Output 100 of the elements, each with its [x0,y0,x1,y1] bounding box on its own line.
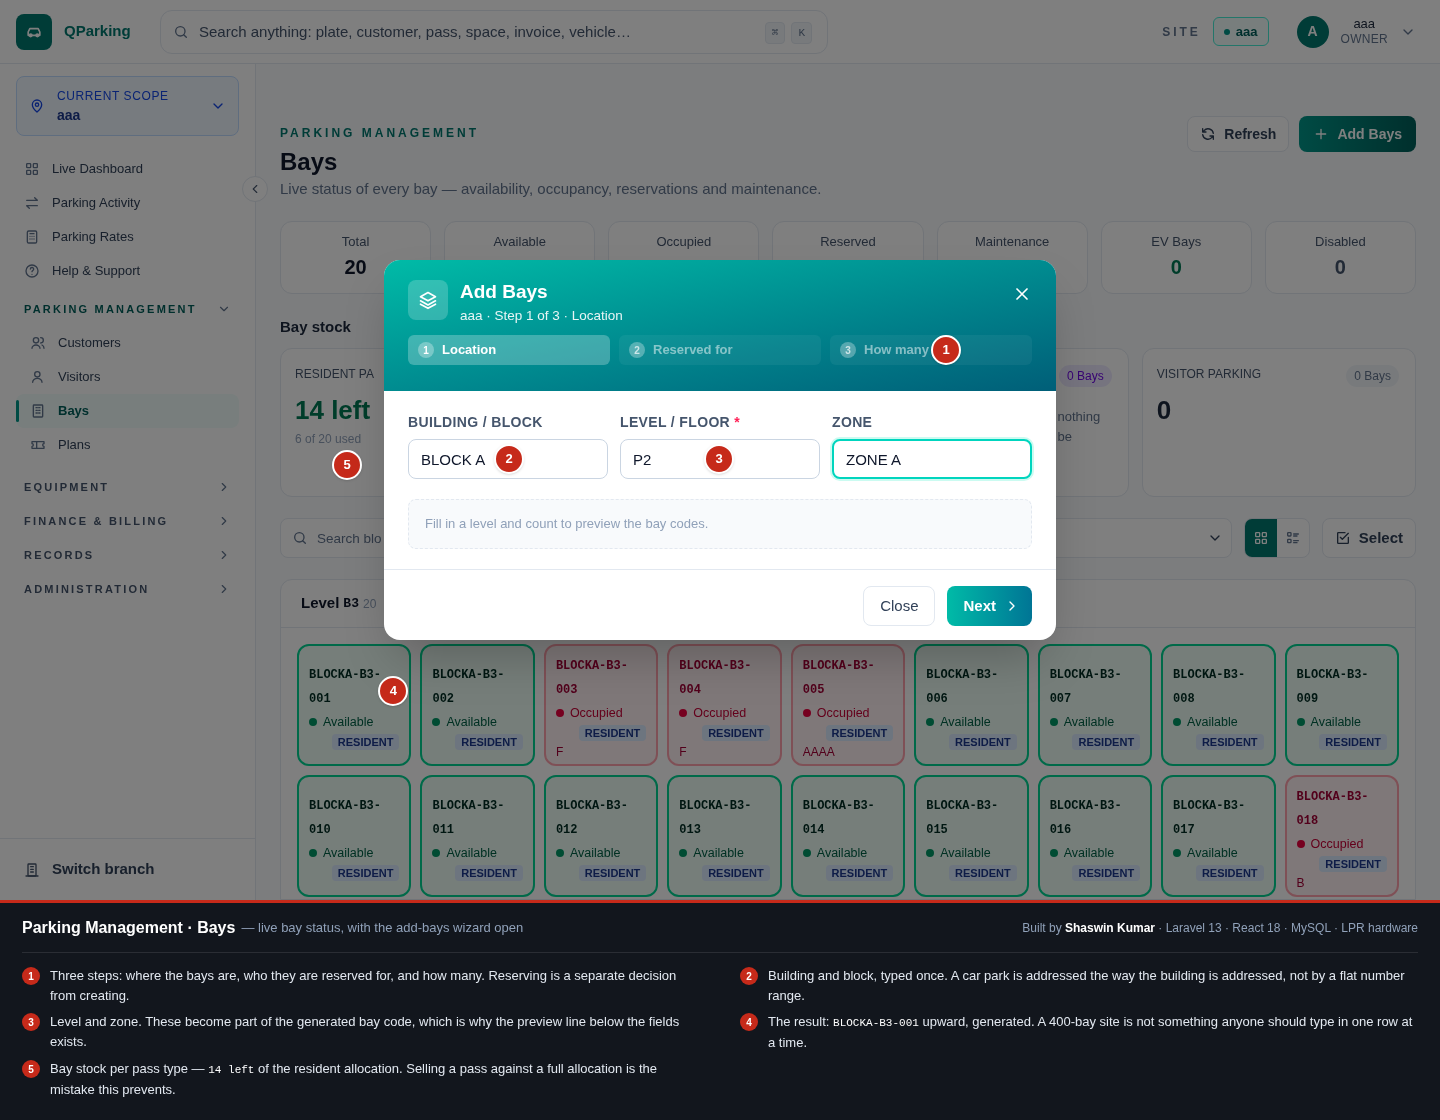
step-tab[interactable]: 3 How many 1 [830,335,1032,365]
step-number: 3 [840,342,856,358]
refresh-button[interactable]: Refresh [1187,116,1290,152]
help-icon [24,263,40,279]
nav-item[interactable]: Customers [16,326,239,360]
bay-status: Occupied [816,705,870,722]
scope-label: CURRENT SCOPE [57,87,170,105]
bay-code: BLOCKA-B3-002 [432,668,505,706]
bay-tag: RESIDENT [455,733,523,751]
search-icon [292,530,308,546]
checkbox-icon [1334,530,1351,546]
stat-value: 0 [1334,254,1346,280]
nav-item[interactable]: Live Dashboard [16,152,239,186]
bay-tag: RESIDENT [331,733,400,751]
input-field[interactable]: ZONE A [832,439,1032,479]
section-header[interactable]: PARKING MANAGEMENT [16,292,239,326]
bay-tag: RESIDENT [1319,733,1387,751]
list-icon [1284,530,1301,546]
user-avatar[interactable]: A [1296,15,1329,48]
layers-icon [408,280,448,320]
bay-code: BLOCKA-B3-001 [309,668,381,706]
collapse-button[interactable] [242,176,268,202]
bay-status: Available [693,845,744,862]
bay-note: AAAA [802,744,835,762]
bay-note: F [555,744,564,762]
section-header[interactable]: ADMINISTRATION [16,572,239,606]
bay-card[interactable]: BLOCKA-B3-012 Available RESIDENT [543,775,659,897]
bay-card[interactable]: BLOCKA-B3-007 Available RESIDENT [1037,644,1153,766]
stock-title: VISITOR PARKING [1156,366,1261,383]
bay-code: BLOCKA-B3-016 [1049,799,1122,837]
select-button[interactable]: Select [1321,518,1416,558]
brand-name: QParking [64,21,132,42]
next-button[interactable]: Next [947,586,1032,626]
stock-value: 0 [1156,394,1172,427]
bay-card[interactable]: BLOCKA-B3-003 Occupied RESIDENT F [543,644,659,766]
user-name: aaa [1353,15,1376,33]
bay-code: BLOCKA-B3-004 [679,659,752,697]
bay-card[interactable]: BLOCKA-B3-006 Available RESIDENT [914,644,1029,766]
bay-status: Available [323,845,374,862]
bay-tag: RESIDENT [949,864,1017,882]
section-title: Bay stock [280,316,351,337]
view-toggle[interactable] [1244,519,1277,557]
scope-value: aaa [57,105,82,125]
step-tab[interactable]: 2 Reserved for [619,335,821,365]
bay-code: BLOCKA-B3-005 [802,659,875,697]
footer-subtitle: — live bay status, with the add-bays wizard open [241,918,524,937]
bay-status: Occupied [693,705,747,722]
bay-card[interactable]: BLOCKA-B3-009 Available RESIDENT [1284,644,1399,766]
bay-tag: RESIDENT [1072,864,1141,882]
bay-card[interactable]: BLOCKA-B3-004 Occupied RESIDENT F [667,644,782,766]
scope-selector[interactable]: CURRENT SCOPE aaa [16,76,239,136]
page-eyebrow: PARKING MANAGEMENT [280,125,481,142]
section-header[interactable]: RECORDS [16,538,239,572]
annotation-marker: 4 [378,676,409,706]
bay-status: Available [940,714,991,731]
bay-card[interactable]: BLOCKA-B3-008 Available RESIDENT [1161,644,1276,766]
close-button[interactable]: Close [863,586,936,626]
page-title: Bays [280,147,339,177]
note-number: 4 [740,1013,758,1031]
bay-card[interactable]: BLOCKA-B3-017 Available RESIDENT [1161,775,1276,897]
bay-card[interactable]: BLOCKA-B3-005 Occupied RESIDENT AAAA [790,644,906,766]
bay-card[interactable]: BLOCKA-B3-014 Available RESIDENT [790,775,906,897]
bay-tag: RESIDENT [1072,733,1141,751]
site-badge[interactable]: aaa [1212,16,1269,47]
bay-card[interactable]: BLOCKA-B3-011 Available RESIDENT [420,775,535,897]
bay-card[interactable]: BLOCKA-B3-015 Available RESIDENT [914,775,1029,897]
add-bays-button[interactable]: Add Bays [1299,116,1416,152]
nav-item[interactable]: Visitors [16,360,239,394]
bay-status: Available [1187,714,1238,731]
section-header[interactable]: FINANCE & BILLING [16,504,239,538]
logo-icon [16,13,52,50]
nav-item[interactable]: Plans [16,428,239,462]
bay-tag: RESIDENT [331,864,400,882]
footer-credit: Built by Shaswin Kumar · Laravel 13 · React 18 · MySQL · LPR hardware [1022,919,1418,937]
bay-card[interactable]: BLOCKA-B3-016 Available RESIDENT [1037,775,1153,897]
stock-title: RESIDENT PA [295,366,374,383]
nav-item[interactable]: Parking Rates [16,220,239,254]
nav-item[interactable]: Help & Support [16,254,239,288]
bay-card[interactable]: BLOCKA-B3-010 Available RESIDENT [297,775,412,897]
bay-tag: RESIDENT [702,864,770,882]
bay-code: BLOCKA-B3-007 [1049,668,1122,706]
stat-label: Available [493,233,546,250]
bay-code: BLOCKA-B3-018 [1296,790,1369,828]
step-tab[interactable]: 1 Location [408,335,610,365]
bay-card[interactable]: BLOCKA-B3-002 Available RESIDENT [420,644,535,766]
stat-label: Occupied [656,233,712,250]
user-icon [30,369,46,385]
count-badge: 0 Bays [1059,365,1112,387]
bay-status: Occupied [1310,836,1364,853]
section-header[interactable]: EQUIPMENT [16,470,239,504]
bay-tag: RESIDENT [949,733,1017,751]
nav-item[interactable]: Parking Activity [16,186,239,220]
stat-value: 0 [1170,254,1182,280]
nav-item[interactable]: Bays [16,394,239,428]
bay-card[interactable]: BLOCKA-B3-001 4 Available RESIDENT [297,644,412,766]
bay-tag: RESIDENT [825,864,894,882]
note-number: 1 [22,967,40,985]
bay-code: BLOCKA-B3-015 [926,799,999,837]
bay-card[interactable]: BLOCKA-B3-018 Occupied RESIDENT B [1284,775,1399,897]
bay-card[interactable]: BLOCKA-B3-013 Available RESIDENT [667,775,782,897]
